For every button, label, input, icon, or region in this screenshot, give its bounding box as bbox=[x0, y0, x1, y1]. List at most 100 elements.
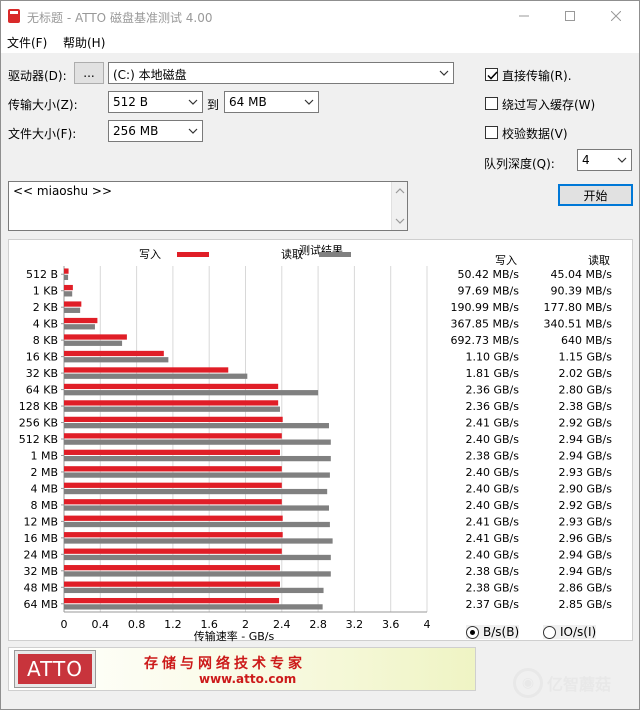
read-bar bbox=[64, 390, 319, 396]
legend-swatch bbox=[177, 252, 209, 257]
write-speed-value: 2.41 GB/s bbox=[466, 417, 520, 430]
write-speed-value: 2.41 GB/s bbox=[466, 532, 520, 545]
read-bar bbox=[64, 521, 330, 528]
disk-app-icon bbox=[8, 9, 20, 23]
y-tick-label: 32 MB bbox=[23, 565, 58, 578]
read-speed-value: 2.94 GB/s bbox=[559, 433, 613, 446]
read-speed-value: 90.39 MB/s bbox=[551, 285, 613, 298]
transfer-to-select[interactable]: 64 MB bbox=[224, 91, 319, 113]
start-button[interactable]: 开始 bbox=[558, 184, 633, 206]
read-bar bbox=[64, 505, 329, 511]
read-bar bbox=[64, 406, 280, 412]
read-speed-value: 2.94 GB/s bbox=[559, 548, 613, 561]
y-tick-label: 1 MB bbox=[30, 449, 58, 462]
transfer-from-select[interactable]: 512 B bbox=[108, 91, 203, 113]
read-speed-value: 2.94 GB/s bbox=[559, 449, 613, 462]
read-speed-value: 2.96 GB/s bbox=[559, 532, 613, 545]
write-speed-value: 190.99 MB/s bbox=[451, 301, 520, 314]
y-tick-label: 8 KB bbox=[33, 334, 58, 347]
write-speed-value: 50.42 MB/s bbox=[458, 268, 520, 281]
read-speed-value: 2.92 GB/s bbox=[559, 499, 613, 512]
y-tick-label: 4 MB bbox=[30, 482, 58, 495]
radio-indicator bbox=[466, 625, 479, 639]
read-bar bbox=[64, 274, 69, 281]
drive-select[interactable]: (C:) 本地磁盘 bbox=[108, 62, 454, 84]
read-bar bbox=[64, 357, 169, 363]
file-size-value: 256 MB bbox=[113, 124, 159, 138]
scroll-up-icon bbox=[395, 188, 405, 194]
y-tick-label: 64 MB bbox=[23, 598, 58, 611]
verify-label: 校验数据(V) bbox=[502, 127, 568, 141]
write-bar bbox=[64, 334, 127, 340]
atto-banner[interactable]: ATTO 存储与网络技术专家 www.atto.com bbox=[8, 647, 476, 691]
read-speed-value: 2.02 GB/s bbox=[559, 367, 613, 380]
read-bar bbox=[64, 604, 323, 610]
y-tick-label: 16 KB bbox=[26, 351, 58, 364]
y-tick-label: 12 MB bbox=[23, 515, 58, 528]
bytes-per-second-radio[interactable]: B/s(B) bbox=[466, 625, 520, 639]
y-tick-label: 8 MB bbox=[30, 499, 58, 512]
write-speed-value: 2.40 GB/s bbox=[466, 548, 520, 561]
y-tick-label: 64 KB bbox=[26, 384, 58, 397]
verify-checkbox[interactable] bbox=[485, 126, 498, 139]
description-textarea[interactable]: << miaoshu >> bbox=[8, 181, 408, 231]
queue-depth-label: 队列深度(Q): bbox=[484, 157, 555, 171]
chevron-down-icon bbox=[617, 157, 627, 163]
io-per-second-radio[interactable]: IO/s(I) bbox=[543, 625, 597, 639]
y-tick-label: 16 MB bbox=[23, 532, 58, 545]
write-bar bbox=[64, 449, 280, 455]
banner-url[interactable]: www.atto.com bbox=[199, 672, 296, 686]
chevron-down-icon bbox=[188, 128, 198, 134]
write-bar bbox=[64, 466, 282, 472]
write-bar bbox=[64, 532, 283, 538]
write-speed-value: 692.73 MB/s bbox=[451, 334, 520, 347]
watermark-text: 亿智蘑菇 bbox=[547, 675, 612, 694]
read-speed-value: 2.92 GB/s bbox=[559, 417, 613, 430]
write-speed-value: 1.10 GB/s bbox=[466, 351, 520, 364]
write-speed-value: 2.38 GB/s bbox=[466, 581, 520, 594]
y-tick-label: 48 MB bbox=[23, 581, 58, 594]
read-bar bbox=[64, 324, 95, 330]
minimize-button[interactable] bbox=[501, 1, 547, 31]
legend-swatch bbox=[319, 252, 351, 257]
read-speed-value: 2.93 GB/s bbox=[559, 515, 613, 528]
y-tick-label: 2 MB bbox=[30, 466, 58, 479]
watermark: ◉ 亿智蘑菇 bbox=[513, 663, 635, 703]
radio-indicator bbox=[543, 625, 556, 639]
read-bar bbox=[64, 340, 123, 346]
x-tick-label: 0.8 bbox=[128, 618, 146, 631]
y-tick-label: 128 KB bbox=[19, 400, 58, 413]
read-speed-value: 45.04 MB/s bbox=[551, 268, 613, 281]
atto-logo: ATTO bbox=[14, 650, 96, 688]
queue-depth-select[interactable]: 4 bbox=[577, 149, 632, 171]
menu-file[interactable]: 文件(F) bbox=[7, 34, 47, 51]
textarea-scrollbar[interactable] bbox=[391, 182, 407, 230]
watermark-logo-icon: ◉ bbox=[513, 668, 543, 698]
y-tick-label: 512 B bbox=[26, 268, 58, 281]
maximize-button[interactable] bbox=[547, 1, 593, 31]
read-bar bbox=[64, 455, 331, 462]
close-icon bbox=[611, 11, 621, 21]
read-bar bbox=[64, 488, 328, 495]
menu-help[interactable]: 帮助(H) bbox=[63, 34, 105, 51]
bypass-cache-checkbox[interactable] bbox=[485, 97, 498, 110]
read-bar bbox=[64, 571, 331, 577]
queue-depth-value: 4 bbox=[582, 153, 590, 167]
read-bar bbox=[64, 291, 73, 297]
read-bar bbox=[64, 439, 331, 445]
read-bar bbox=[64, 373, 248, 379]
results-panel: 测试结果 写入 读取 0 0.4 0.8 1.2 1.6 2 2.4 2.8 3.2 3.6 4 传输速率 … bbox=[8, 239, 633, 642]
write-bar bbox=[64, 515, 283, 521]
browse-button[interactable]: ... bbox=[74, 62, 104, 84]
direct-io-checkbox[interactable] bbox=[485, 68, 498, 81]
read-column-header: 读取 bbox=[588, 253, 610, 267]
y-tick-label: 2 KB bbox=[33, 301, 58, 314]
read-speed-value: 2.93 GB/s bbox=[559, 466, 613, 479]
write-speed-value: 2.40 GB/s bbox=[466, 499, 520, 512]
x-tick-label: 4 bbox=[424, 618, 431, 631]
close-button[interactable] bbox=[593, 1, 639, 31]
file-size-label: 文件大小(F): bbox=[8, 127, 77, 141]
file-size-select[interactable]: 256 MB bbox=[108, 120, 203, 142]
checkmark-icon bbox=[487, 71, 498, 80]
write-bar bbox=[64, 383, 279, 390]
